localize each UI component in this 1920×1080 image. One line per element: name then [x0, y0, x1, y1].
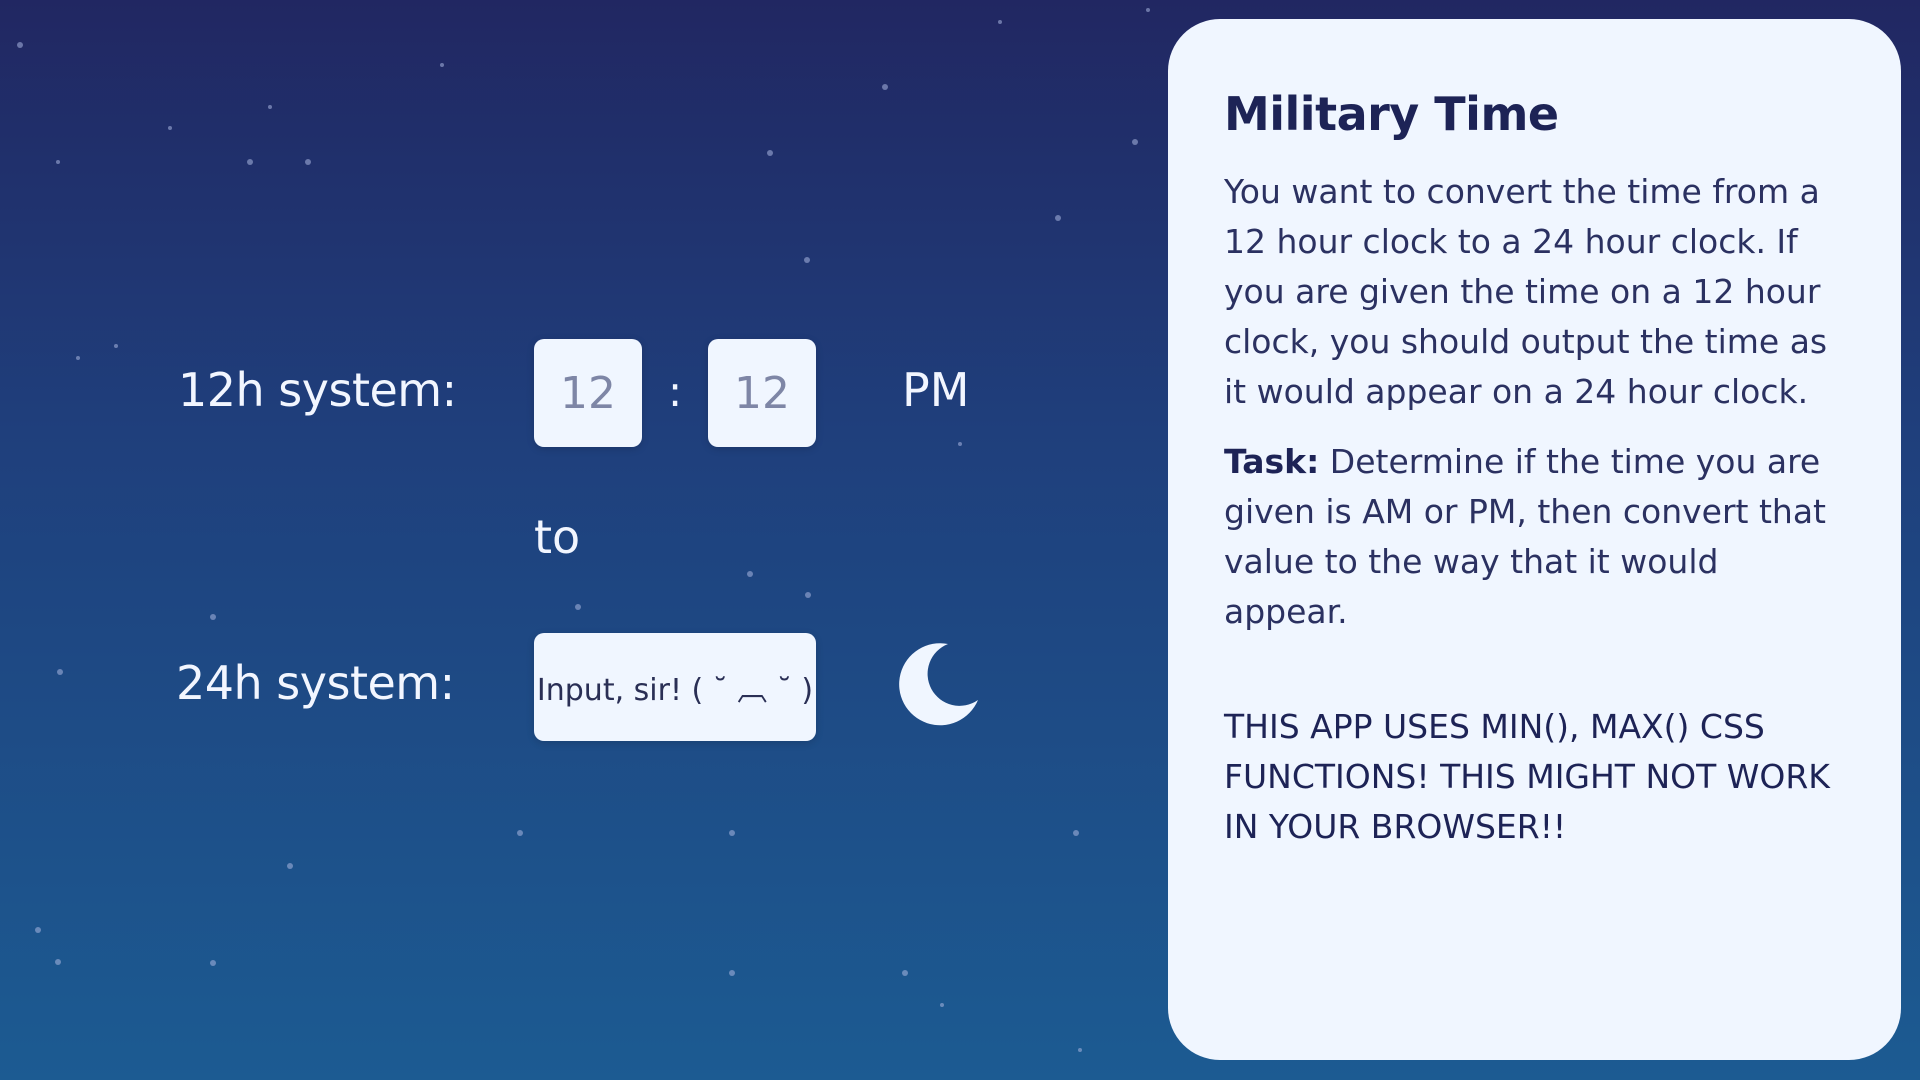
info-panel: Military Time You want to convert the ti…	[1168, 19, 1901, 1060]
24h-system-label: 24h system:	[176, 656, 455, 710]
12h-system-label: 12h system:	[178, 363, 457, 417]
task-paragraph: Task: Determine if the time you are give…	[1224, 437, 1845, 637]
hours-input[interactable]: 12	[534, 339, 642, 447]
description-text: You want to convert the time from a 12 h…	[1224, 172, 1828, 411]
to-label: to	[534, 510, 581, 564]
task-label: Task:	[1224, 442, 1320, 481]
24h-output-field[interactable]: Input, sir! ( ˘ ︹ ˘ )	[534, 633, 816, 741]
minutes-input[interactable]: 12	[708, 339, 816, 447]
converter-area: 12h system: 12 : 12 PM to 24h system: In…	[0, 0, 1160, 1080]
browser-warning: THIS APP USES MIN(), MAX() CSS FUNCTIONS…	[1224, 707, 1830, 846]
time-separator: :	[668, 367, 683, 416]
am-pm-toggle[interactable]: PM	[902, 363, 969, 417]
panel-title: Military Time	[1224, 87, 1559, 141]
moon-icon[interactable]	[896, 640, 982, 726]
